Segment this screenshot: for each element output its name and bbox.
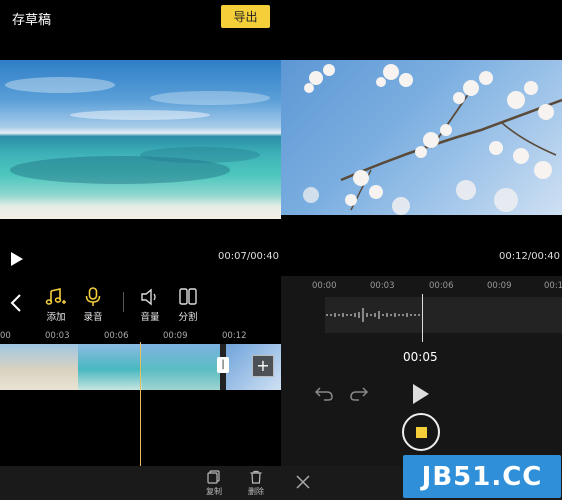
speaker-icon xyxy=(141,288,156,306)
trash-icon xyxy=(250,470,262,484)
add-clip-button[interactable]: + xyxy=(252,355,274,377)
copy-icon xyxy=(207,470,220,484)
split-tool[interactable]: 分割 xyxy=(175,287,201,323)
stop-icon xyxy=(416,427,427,438)
undo-button[interactable] xyxy=(314,384,334,402)
timeline-playhead[interactable] xyxy=(140,342,141,466)
left-editor-panel: 存草稿 导出 00:07/00:40 添加 录音 音量 分割 00 00:03 … xyxy=(0,0,281,500)
blossom-scene xyxy=(303,64,562,215)
tool-label: 添加 xyxy=(46,312,66,323)
video-preview-ocean xyxy=(0,60,281,219)
ruler-tick: 00:09 xyxy=(163,331,188,341)
delete-button[interactable]: 删除 xyxy=(241,470,271,497)
add-music-tool[interactable]: 添加 xyxy=(43,287,69,323)
redo-icon xyxy=(350,387,369,401)
close-button[interactable] xyxy=(295,474,311,490)
export-button[interactable]: 导出 xyxy=(221,5,270,28)
close-icon xyxy=(296,475,310,489)
ruler-tick: 00:06 xyxy=(429,281,454,291)
save-draft-button[interactable]: 存草稿 xyxy=(12,9,51,28)
volume-tool[interactable]: 音量 xyxy=(137,287,163,323)
action-label: 删除 xyxy=(248,487,264,496)
microphone-icon xyxy=(85,287,101,306)
tool-label: 录音 xyxy=(83,312,103,323)
recording-playhead[interactable] xyxy=(422,294,423,342)
music-add-icon xyxy=(45,288,66,305)
play-button[interactable] xyxy=(10,251,24,266)
tool-label: 音量 xyxy=(140,312,160,323)
clip-trim-handle[interactable]: | xyxy=(217,357,229,373)
ruler-tick: 00:1 xyxy=(544,281,562,291)
ruler-tick: 00 xyxy=(0,331,11,341)
ruler-tick: 00:09 xyxy=(487,281,512,291)
action-label: 复制 xyxy=(206,487,222,496)
waveform-graphic xyxy=(326,308,420,322)
split-icon xyxy=(179,288,197,305)
undo-icon xyxy=(314,387,333,401)
video-preview-blossom xyxy=(281,60,562,215)
audio-waveform[interactable] xyxy=(325,297,562,333)
video-clip[interactable] xyxy=(142,344,220,390)
record-tool[interactable]: 录音 xyxy=(80,287,106,323)
toolbar-divider xyxy=(123,292,124,312)
recording-ruler: 00:00 00:03 00:06 00:09 00:1 xyxy=(281,281,562,293)
play-icon xyxy=(413,384,429,404)
site-watermark: JB51.CC xyxy=(403,455,561,498)
bottom-action-bar xyxy=(0,466,281,500)
redo-button[interactable] xyxy=(349,384,369,402)
playback-time: 00:07/00:40 xyxy=(218,251,280,262)
chevron-left-icon xyxy=(10,294,21,312)
video-clip[interactable] xyxy=(0,344,78,390)
video-clip[interactable] xyxy=(78,344,142,390)
ocean-scene xyxy=(5,77,270,184)
right-recording-panel: 00:12/00:40 00:00 00:03 00:06 00:09 00:1 xyxy=(281,0,562,500)
play-recording-button[interactable] xyxy=(412,384,430,404)
record-stop-button[interactable] xyxy=(402,413,440,451)
copy-button[interactable]: 复制 xyxy=(199,470,229,497)
play-icon xyxy=(11,252,23,266)
ruler-tick: 00:06 xyxy=(104,331,129,341)
ruler-tick: 00:03 xyxy=(370,281,395,291)
ruler-tick: 00:00 xyxy=(312,281,337,291)
playback-time: 00:12/00:40 xyxy=(499,251,561,262)
back-button[interactable] xyxy=(8,292,24,314)
tool-label: 分割 xyxy=(178,312,198,323)
recording-time: 00:05 xyxy=(403,350,438,364)
ruler-tick: 00:03 xyxy=(45,331,70,341)
ruler-tick: 00:12 xyxy=(222,331,247,341)
